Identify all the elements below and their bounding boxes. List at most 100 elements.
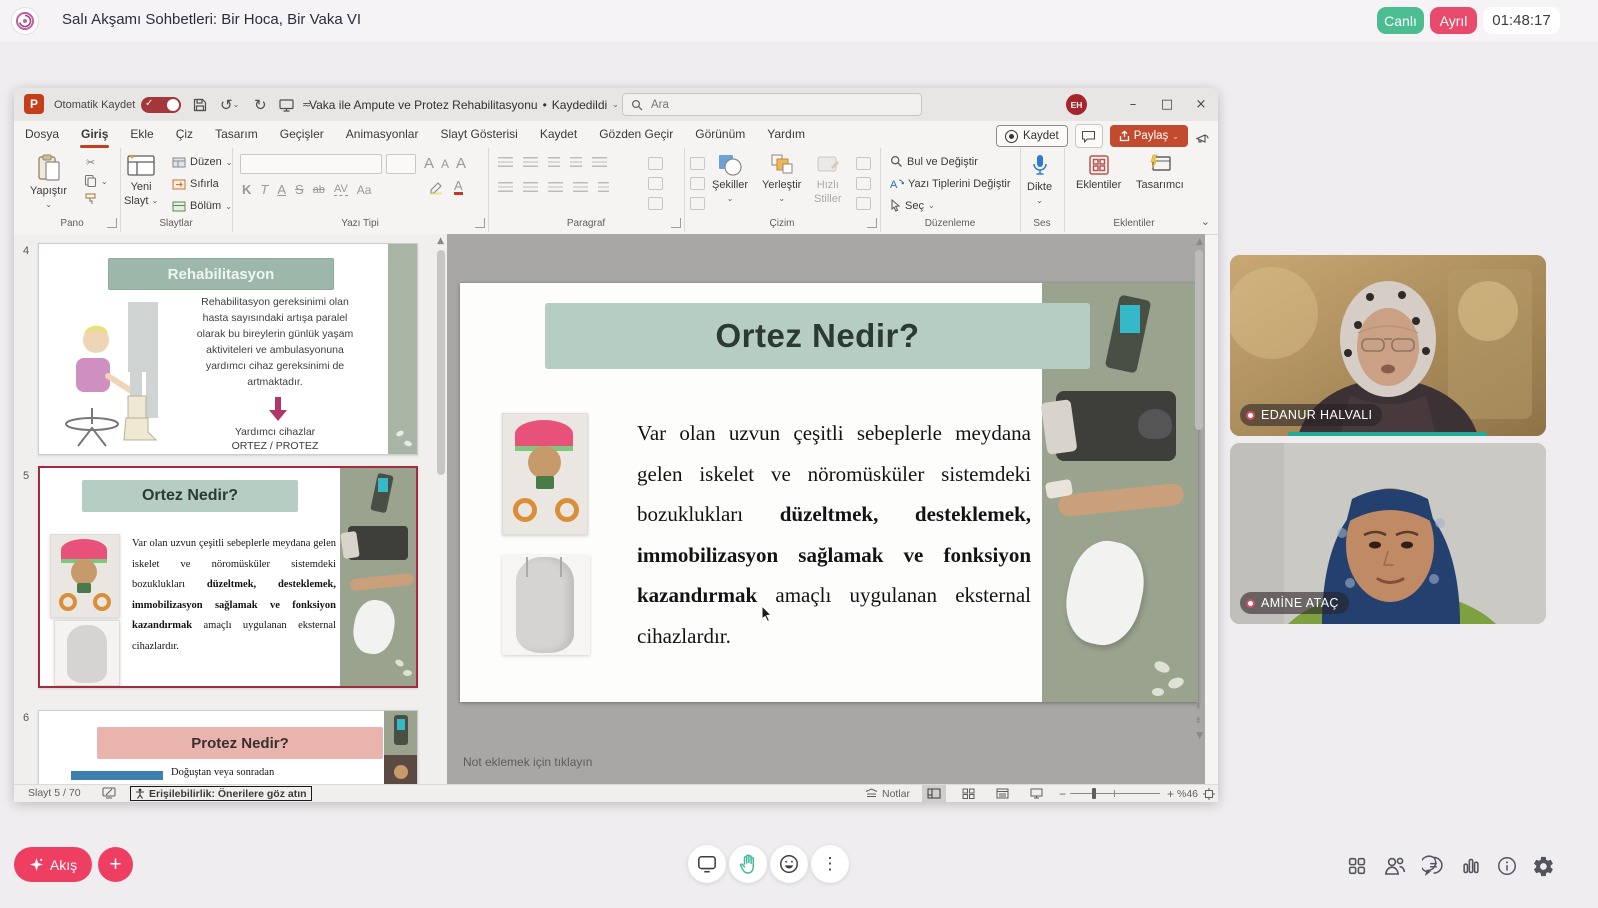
line-spacing-icon[interactable] [592,157,607,168]
document-title[interactable]: Vaka ile Ampute ve Protez Rehabilitasyon… [309,88,619,121]
raise-hand-button[interactable] [729,845,767,883]
dialog-launcher[interactable] [867,218,877,228]
quick-styles-button[interactable]: Hızlı Stiller [814,153,842,205]
select-button[interactable]: Seç ⌄ [890,199,935,212]
settings-button[interactable] [1530,853,1556,879]
scroll-up-arrow[interactable]: ▲ [1196,237,1203,247]
dialog-launcher[interactable] [475,218,485,228]
notes-toggle[interactable]: Notlar [865,785,910,802]
justify-icon[interactable] [573,182,588,193]
tab-tasarim[interactable]: Tasarım [204,121,269,148]
tab-yardim[interactable]: Yardım [756,121,816,148]
participants-button[interactable] [1382,853,1408,879]
scroll-down-arrow[interactable]: ▼ [1196,731,1203,741]
previous-slide-button[interactable]: ⇞ [1194,702,1202,712]
font-size-select[interactable] [386,154,416,174]
align-left-icon[interactable] [498,182,513,193]
redo-button[interactable]: ↻ [254,88,267,121]
search-box[interactable] [622,93,922,116]
columns-icon[interactable] [598,182,609,193]
shrink-font-button[interactable]: A [441,157,449,171]
rect-icon[interactable] [690,197,705,210]
notes-placeholder[interactable]: Not eklemek için tıklayın [463,755,592,769]
layout-button[interactable]: Düzen⌄ [172,156,233,168]
cut-button[interactable]: ✂ [86,156,95,169]
font-name-select[interactable] [240,154,382,174]
maximize-button[interactable]: □ [1150,88,1184,121]
italic-button[interactable]: T [260,182,268,197]
format-painter-button[interactable] [84,192,98,205]
indent-increase-icon[interactable] [570,157,582,168]
tab-dosya[interactable]: Dosya [14,121,70,148]
add-button[interactable]: + [98,847,133,882]
text-direction-icon[interactable] [648,157,663,170]
line-icon[interactable] [690,177,705,190]
tab-giris[interactable]: Giriş [70,121,119,148]
reset-button[interactable]: Sıfırla [172,178,219,190]
current-slide[interactable]: Ortez Nedir? [460,283,1198,702]
accessibility-checker[interactable]: Erişilebilirlik: Önerilere göz atın [130,786,312,801]
dialog-launcher[interactable] [107,218,117,228]
shapes-button[interactable]: Şekiller ⌄ [712,153,748,205]
feedback-icon[interactable] [1195,129,1210,144]
info-button[interactable] [1494,853,1520,879]
reactions-button[interactable] [770,845,808,883]
slideshow-from-start-icon[interactable] [278,88,295,121]
underline-button[interactable]: A [277,182,286,197]
tab-animasyonlar[interactable]: Animasyonlar [335,121,430,148]
change-case-button[interactable]: Aa [357,183,372,197]
slideshow-view-button[interactable] [1024,785,1048,802]
reading-view-button[interactable] [990,785,1014,802]
user-avatar[interactable]: EH [1066,94,1087,115]
slide-body-text[interactable]: Var olan uzvun çeşitli sebeplerle meydan… [637,413,1031,656]
font-color-button[interactable]: A [454,179,463,195]
subscript-button[interactable]: ab [313,184,325,196]
replace-fonts-button[interactable]: A Yazı Tiplerini Değiştir [890,177,1011,190]
collapse-ribbon-button[interactable]: ⌄ [1201,215,1210,228]
display-settings-icon[interactable] [102,787,116,799]
screenshare-button[interactable] [688,845,726,883]
participant-tile-2[interactable]: AMİNE ATAÇ [1230,443,1546,624]
zoom-level[interactable]: %46 [1177,785,1198,802]
dictate-button[interactable]: Dikte ⌄ [1027,153,1052,207]
more-options-button[interactable]: ⋮ [811,845,849,883]
comments-button[interactable] [1075,124,1103,148]
shape-outline-icon[interactable] [856,177,871,190]
chat-button[interactable] [1420,853,1446,879]
tab-slayt-gosterisi[interactable]: Slayt Gösterisi [429,121,528,148]
new-slide-button[interactable]: Yeni Slayt⌄ [124,153,158,207]
autosave-toggle[interactable]: ✓ [141,97,181,113]
undo-button[interactable]: ↺⌄ [220,88,239,121]
search-input[interactable] [649,98,913,112]
tab-ekle[interactable]: Ekle [119,121,164,148]
thumbnail-scrollbar[interactable] [437,250,445,475]
bullets-icon[interactable] [498,157,513,168]
record-button[interactable]: Kaydet [996,125,1068,147]
tab-gecisler[interactable]: Geçişler [269,121,335,148]
tab-ciz[interactable]: Çiz [165,121,204,148]
zoom-slider-track[interactable] [1070,793,1160,794]
apps-grid-button[interactable] [1344,853,1370,879]
align-right-icon[interactable] [548,182,563,193]
save-icon[interactable] [192,88,208,121]
slide-thumbnail-4[interactable]: Rehabilitasyon Rehabilitasyon gereksinim… [38,243,418,455]
participant-tile-1[interactable]: EDANUR HALVALI [1230,255,1546,436]
stream-button[interactable]: Akış [14,847,92,882]
zoom-out-button[interactable]: − [1059,785,1066,802]
polls-button[interactable] [1458,853,1484,879]
align-text-icon[interactable] [648,177,663,190]
tab-gozden-gecir[interactable]: Gözden Geçir [588,121,684,148]
normal-view-button[interactable] [922,785,946,802]
share-button[interactable]: Paylaş ⌄ [1110,125,1188,147]
scroll-up-arrow[interactable]: ▲ [437,236,444,246]
close-button[interactable]: × [1184,88,1218,121]
indent-decrease-icon[interactable] [548,157,560,168]
smartart-icon[interactable] [648,197,663,210]
dialog-launcher[interactable] [671,218,681,228]
section-button[interactable]: Bölüm⌄ [172,200,232,212]
canvas-scrollbar[interactable] [1195,250,1203,430]
highlight-button[interactable] [428,180,444,195]
arrange-button[interactable]: Yerleştir ⌄ [762,153,801,205]
tab-gorunum[interactable]: Görünüm [684,121,756,148]
addins-button[interactable]: Eklentiler [1076,153,1121,191]
